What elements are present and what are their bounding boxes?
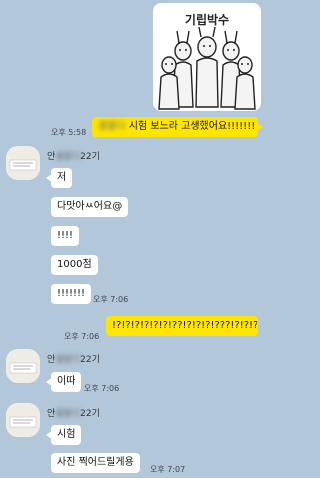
message-time: 오후 7:06: [64, 332, 100, 341]
sender-name[interactable]: 안셀블디22기: [47, 406, 100, 419]
sticker-caption: 기립박수: [184, 13, 230, 27]
sender-name[interactable]: 안셀블디22기: [47, 149, 100, 162]
profile-photo-icon: [6, 403, 40, 437]
their-message-bubble[interactable]: !!!!!!!: [51, 284, 92, 304]
message-time: 오후 5:58: [51, 128, 87, 137]
their-message-bubble[interactable]: 사진 찍어드릴게용: [51, 453, 140, 473]
message-time: 오후 7:07: [150, 465, 186, 474]
profile-photo-icon: [6, 146, 40, 180]
my-message-bubble[interactable]: !?!?!?!?!?!?!??!?!?!?!???!?!?!?!?!: [106, 316, 258, 336]
avatar[interactable]: [6, 349, 40, 383]
their-message-bubble[interactable]: 저: [45, 168, 73, 188]
their-message-bubble[interactable]: 시험: [45, 425, 82, 445]
message-text: 시험 보느라 고생했어요!!!!!!!: [125, 121, 256, 132]
my-message-bubble[interactable]: 셀블디 시험 보느라 고생했어요!!!!!!!: [92, 117, 263, 137]
their-message-bubble[interactable]: 다맛아ㅆ어요@: [51, 197, 129, 217]
message-time: 오후 7:06: [93, 295, 129, 304]
profile-photo-icon: [6, 349, 40, 383]
message-time: 오후 7:06: [84, 384, 120, 393]
their-message-bubble[interactable]: 1000점: [51, 255, 98, 275]
blurred-name: 셀블디: [98, 121, 126, 132]
their-message-bubble[interactable]: !!!!: [51, 226, 80, 246]
sender-name[interactable]: 안셀블디22기: [47, 352, 100, 365]
their-message-bubble[interactable]: 이따: [45, 372, 82, 392]
avatar[interactable]: [6, 146, 40, 180]
avatar[interactable]: [6, 403, 40, 437]
sticker-message[interactable]: 기립박수: [153, 3, 261, 111]
